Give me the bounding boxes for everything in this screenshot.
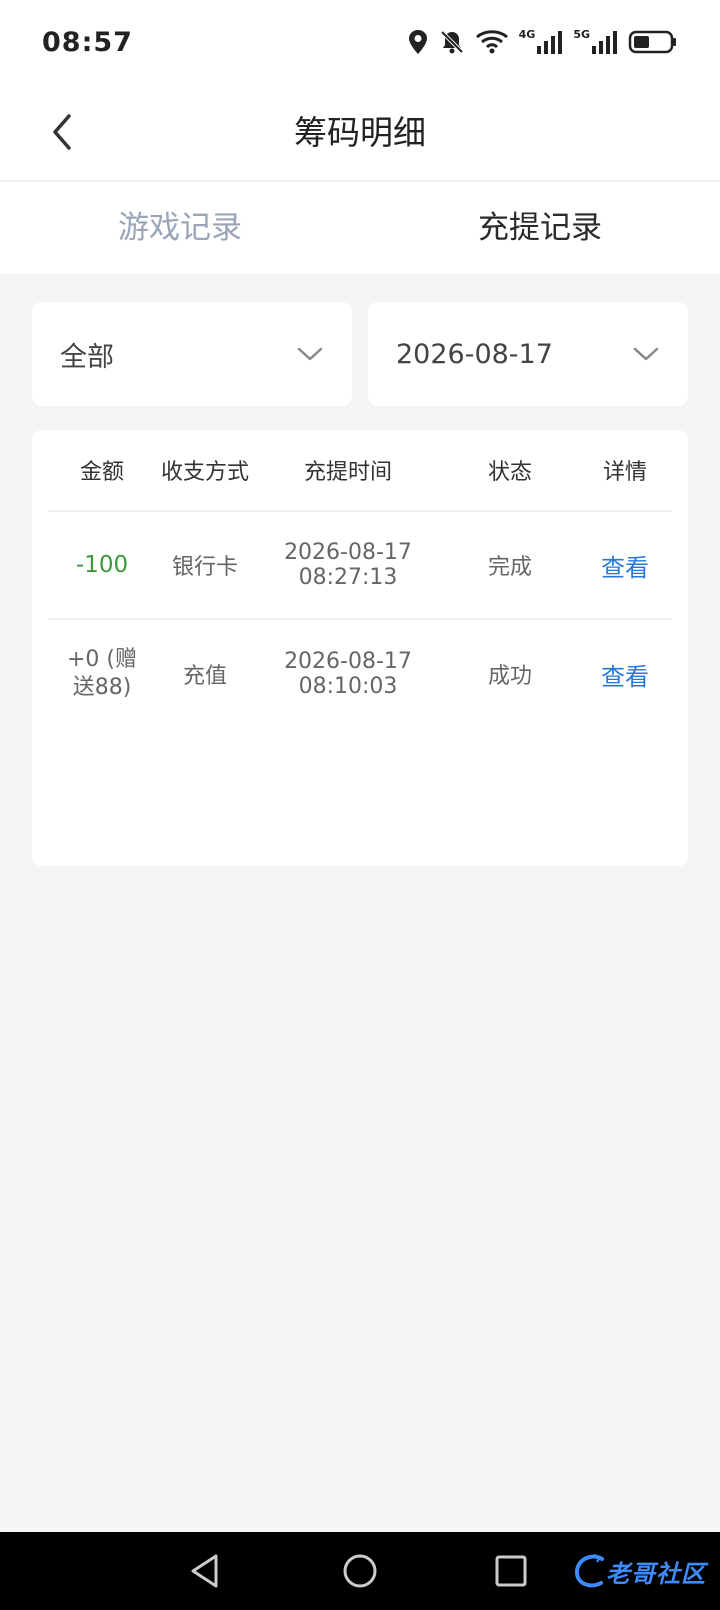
page-title: 筹码明细 (294, 113, 426, 152)
date-filter-select[interactable]: 2026-08-17 (368, 302, 688, 406)
header-status: 状态 (487, 460, 532, 485)
tab-game-records[interactable]: 游戏记录 (0, 182, 360, 274)
time-cell: 2026-08-17 08:27:13 (254, 540, 442, 590)
chevron-down-icon (633, 347, 659, 361)
dragon-logo-icon (575, 1554, 604, 1588)
type-filter-select[interactable]: 全部 (32, 302, 352, 406)
bell-muted-icon (439, 29, 465, 55)
tab-deposit-withdraw-records[interactable]: 充提记录 (360, 182, 720, 274)
location-icon (407, 29, 429, 55)
circle-home-icon (343, 1554, 377, 1588)
type-filter-value: 全部 (60, 341, 114, 373)
view-detail-link[interactable]: 查看 (578, 548, 672, 583)
header-amount: 金额 (79, 460, 124, 485)
watermark-logo: 老哥社区 (572, 1542, 706, 1600)
time-cell: 2026-08-17 08:10:03 (254, 649, 442, 699)
network-label-5g: 5G (573, 28, 590, 41)
signal-icon: 5G (573, 29, 618, 55)
header-detail: 详情 (602, 460, 647, 485)
amount-line1: +0 (赠 (66, 647, 137, 672)
filter-bar: 全部 2026-08-17 (32, 302, 688, 406)
time-date: 2026-08-17 (284, 540, 412, 565)
status-cell: 完成 (487, 555, 532, 580)
table-row: +0 (赠 送88) 充值 2026-08-17 08:10:03 成功 查看 (48, 620, 672, 728)
status-time: 08:57 (42, 26, 133, 58)
view-detail-link[interactable]: 查看 (578, 657, 672, 692)
square-recents-icon (495, 1555, 527, 1587)
triangle-back-icon (191, 1554, 218, 1588)
nav-bar: 筹码明细 (0, 84, 720, 182)
records-table: 金额 收支方式 充提时间 状态 详情 -100 银行卡 2026-08-17 0… (32, 430, 688, 866)
status-bar: 08:57 4G 5G (0, 0, 720, 84)
battery-icon (628, 29, 678, 55)
system-back-button[interactable] (184, 1550, 226, 1592)
status-cell: 成功 (487, 664, 532, 689)
wifi-icon (475, 29, 509, 55)
time-date: 2026-08-17 (284, 649, 412, 674)
header-time: 充提时间 (303, 460, 392, 485)
time-clock: 08:10:03 (298, 674, 398, 699)
network-label-4g: 4G (518, 28, 536, 41)
tab-bar: 游戏记录 充提记录 (0, 182, 720, 274)
system-home-button[interactable] (339, 1550, 381, 1592)
signal-icon: 4G (519, 29, 564, 55)
header-method: 收支方式 (160, 460, 249, 485)
watermark-text: 老哥社区 (606, 1559, 706, 1588)
chevron-down-icon (297, 347, 323, 361)
time-clock: 08:27:13 (298, 565, 398, 590)
status-icons: 4G 5G (407, 29, 678, 55)
table-header: 金额 收支方式 充提时间 状态 详情 (48, 430, 672, 512)
system-navigation-bar: 老哥社区 (0, 1532, 720, 1610)
method-cell: 充值 (182, 664, 227, 689)
table-row: -100 银行卡 2026-08-17 08:27:13 完成 查看 (48, 512, 672, 620)
method-cell: 银行卡 (171, 555, 238, 580)
amount-line2: 送88) (72, 675, 132, 700)
system-recents-button[interactable] (490, 1550, 532, 1592)
date-filter-value: 2026-08-17 (396, 338, 553, 370)
amount-cell: +0 (赠 送88) (48, 646, 156, 702)
amount-cell: -100 (75, 552, 129, 578)
